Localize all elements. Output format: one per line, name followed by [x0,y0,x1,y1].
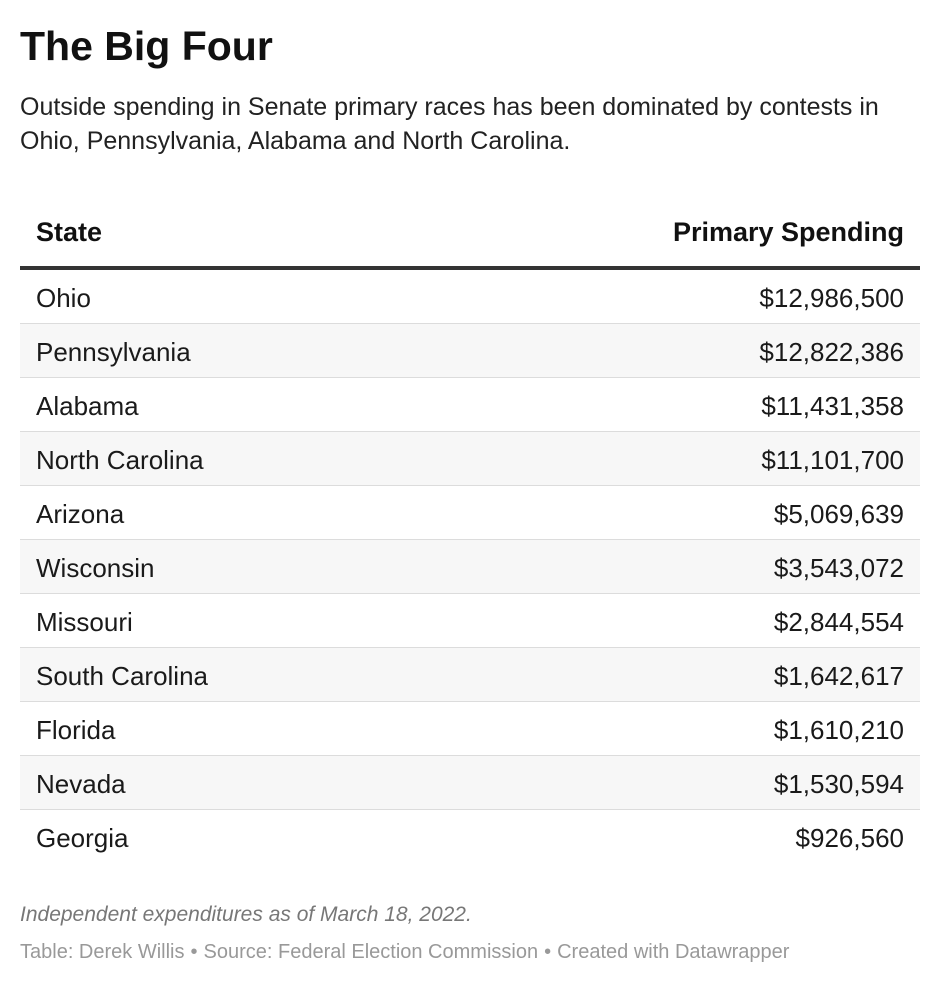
table-header: State Primary Spending [20,198,920,270]
chart-footer: Table: Derek Willis • Source: Federal Elec… [20,938,789,966]
chart-description: Outside spending in Senate primary races… [20,93,879,155]
cell-state: Nevada [36,769,126,799]
cell-primary-spending: $11,101,700 [761,445,904,475]
cell-state: Wisconsin [36,553,155,583]
data-table: State Primary Spending Ohio $12,986,500 Pe… [20,198,920,864]
cell-primary-spending: $12,822,386 [759,337,904,367]
cell-primary-spending: $2,844,554 [773,607,904,637]
cell-primary-spending: $1,642,617 [773,661,904,691]
column-header-state[interactable]: State [36,215,102,249]
table-row: Wisconsin $3,543,072 [20,540,920,594]
table-body: Ohio $12,986,500 Pennsylvania $12,822,386 Al… [20,270,920,864]
cell-primary-spending: $926,560 [795,823,904,853]
cell-state: Missouri [36,607,133,637]
cell-state: South Carolina [36,661,208,691]
cell-state: North Carolina [36,445,204,475]
chart-title: The Big Four [20,23,273,69]
table-row: Alabama $11,431,358 [20,378,920,432]
cell-state: Florida [36,715,116,745]
table-row: Ohio $12,986,500 [20,270,920,324]
cell-primary-spending: $1,530,594 [773,769,904,799]
footer-created-with[interactable]: Created with Datawrapper [557,941,789,963]
cell-state: Arizona [36,499,125,529]
table-row: Nevada $1,530,594 [20,756,920,810]
cell-state: Alabama [36,391,139,421]
table-row: North Carolina $11,101,700 [20,432,920,486]
footer-table-credit: Table: Derek Willis [20,941,185,963]
table-row: Arizona $5,069,639 [20,486,920,540]
cell-primary-spending: $5,069,639 [773,499,904,529]
table-row: Pennsylvania $12,822,386 [20,324,920,378]
table-row: South Carolina $1,642,617 [20,648,920,702]
cell-primary-spending: $11,431,358 [761,391,904,421]
table-row: Missouri $2,844,554 [20,594,920,648]
cell-primary-spending: $3,543,072 [773,553,904,583]
cell-state: Georgia [36,823,129,853]
column-header-primary-spending[interactable]: Primary Spending [673,215,904,249]
cell-state: Pennsylvania [36,337,191,367]
cell-primary-spending: $1,610,210 [773,715,904,745]
footer-separator: • [190,941,198,963]
cell-primary-spending: $12,986,500 [759,283,904,313]
footer-separator: • [544,941,552,963]
cell-state: Ohio [36,283,91,313]
chart-note: Independent expenditures as of March 18,… [20,903,472,926]
table-row: Florida $1,610,210 [20,702,920,756]
table-row: Georgia $926,560 [20,810,920,864]
footer-source: Source: Federal Election Commission [203,941,539,963]
